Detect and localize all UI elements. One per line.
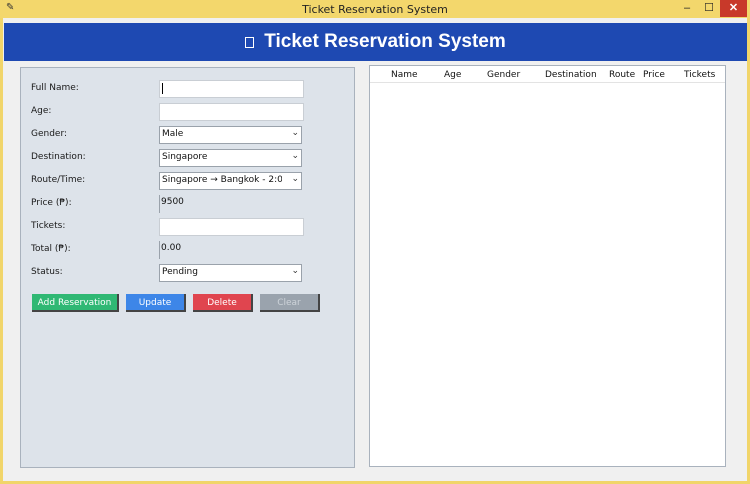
chevron-down-icon: ⌄ (291, 151, 299, 161)
header-banner: Ticket Reservation System (4, 23, 747, 61)
update-button[interactable]: Update (126, 294, 186, 312)
ticket-icon (245, 36, 255, 48)
row-total: Total (₱): 0.00 (21, 241, 354, 259)
column-header-gender[interactable]: Gender (487, 70, 520, 80)
row-full-name: Full Name: (21, 80, 354, 98)
gender-value: Male (162, 129, 184, 139)
column-header-route[interactable]: Route (609, 70, 635, 80)
clear-button[interactable]: Clear (260, 294, 320, 312)
row-gender: Gender: Male ⌄ (21, 126, 354, 144)
total-label: Total (₱): (31, 244, 71, 254)
add-reservation-button[interactable]: Add Reservation (32, 294, 119, 312)
age-label: Age: (31, 106, 52, 116)
tickets-label: Tickets: (31, 221, 66, 231)
chevron-down-icon: ⌄ (291, 174, 299, 184)
row-destination: Destination: Singapore ⌄ (21, 149, 354, 167)
text-cursor (162, 83, 163, 94)
close-button[interactable]: ✕ (720, 0, 747, 17)
window-title: Ticket Reservation System (302, 3, 448, 16)
window-titlebar: ✎ Ticket Reservation System – ☐ ✕ (0, 0, 750, 18)
status-value: Pending (162, 267, 198, 277)
table-header: Name Age Gender Destination Route Price … (370, 66, 725, 83)
row-route-time: Route/Time: Singapore → Bangkok - 2:00 P… (21, 172, 354, 190)
status-select[interactable]: Pending ⌄ (159, 264, 302, 282)
column-header-name[interactable]: Name (391, 70, 418, 80)
reservation-form: Full Name: Age: Gender: Male ⌄ Destinati… (20, 67, 355, 468)
age-input[interactable] (159, 103, 304, 121)
route-time-value: Singapore → Bangkok - 2:00 PM (162, 175, 282, 185)
row-age: Age: (21, 103, 354, 121)
destination-value: Singapore (162, 152, 208, 162)
route-time-label: Route/Time: (31, 175, 86, 185)
gender-label: Gender: (31, 129, 68, 139)
tickets-input[interactable] (159, 218, 304, 236)
total-value: 0.00 (159, 241, 182, 259)
full-name-label: Full Name: (31, 83, 79, 93)
row-status: Status: Pending ⌄ (21, 264, 354, 282)
price-label: Price (₱): (31, 198, 72, 208)
table-body[interactable] (370, 83, 725, 466)
column-header-age[interactable]: Age (444, 70, 461, 80)
maximize-button[interactable]: ☐ (698, 0, 720, 17)
page-title: Ticket Reservation System (264, 31, 506, 52)
column-header-price[interactable]: Price (643, 70, 665, 80)
price-value: 9500 (159, 195, 185, 213)
gender-select[interactable]: Male ⌄ (159, 126, 302, 144)
destination-select[interactable]: Singapore ⌄ (159, 149, 302, 167)
row-tickets: Tickets: (21, 218, 354, 236)
row-price: Price (₱): 9500 (21, 195, 354, 213)
status-label: Status: (31, 267, 63, 277)
chevron-down-icon: ⌄ (291, 266, 299, 276)
minimize-button[interactable]: – (676, 0, 698, 17)
column-header-tickets[interactable]: Tickets (684, 70, 715, 80)
client-area: Ticket Reservation System Full Name: Age… (3, 18, 747, 481)
destination-label: Destination: (31, 152, 86, 162)
column-header-destination[interactable]: Destination (545, 70, 597, 80)
reservations-table: Name Age Gender Destination Route Price … (369, 65, 726, 467)
full-name-input[interactable] (159, 80, 304, 98)
delete-button[interactable]: Delete (193, 294, 253, 312)
chevron-down-icon: ⌄ (291, 128, 299, 138)
route-time-select[interactable]: Singapore → Bangkok - 2:00 PM ⌄ (159, 172, 302, 190)
